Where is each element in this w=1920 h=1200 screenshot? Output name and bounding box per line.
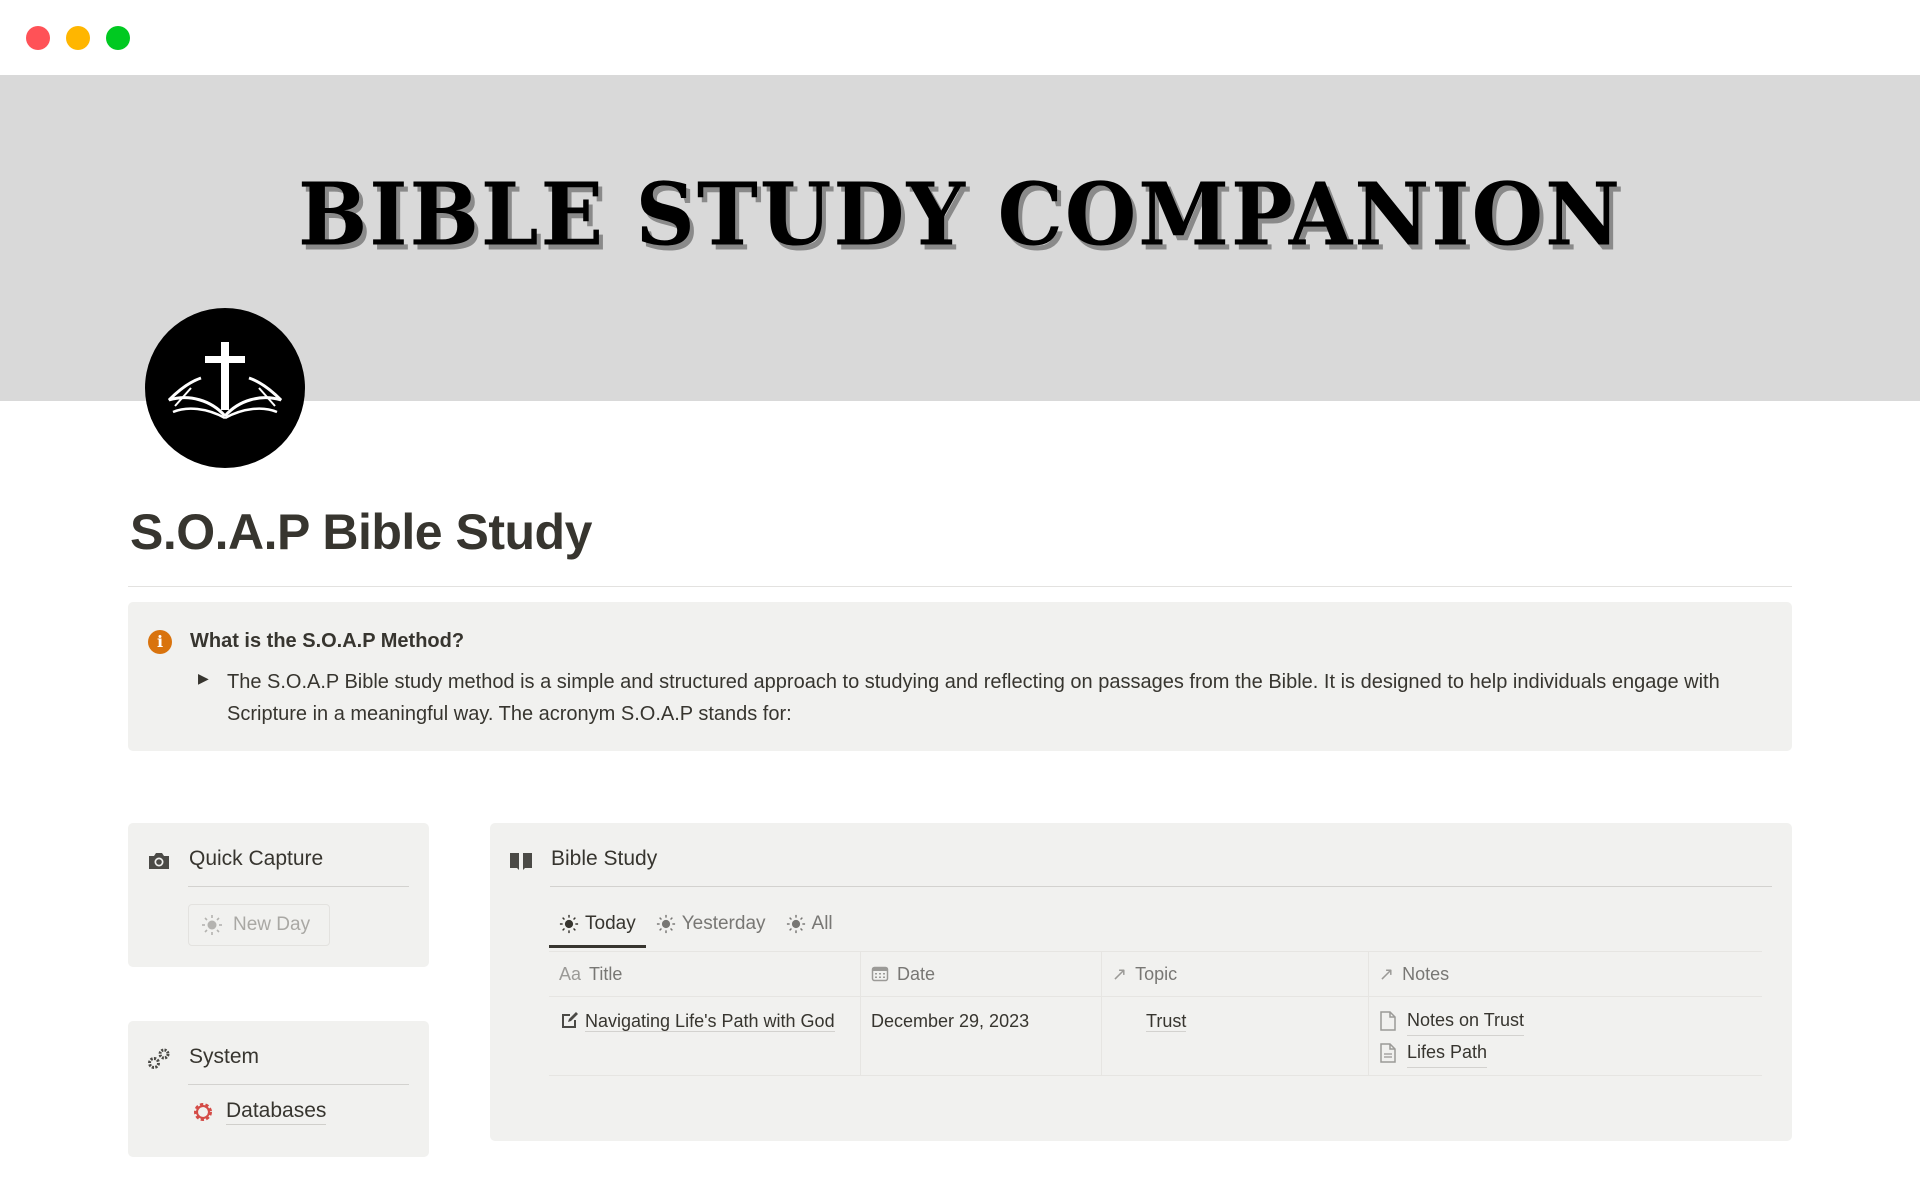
page-title: S.O.A.P Bible Study bbox=[130, 504, 592, 560]
tab-yesterday[interactable]: Yesterday bbox=[646, 907, 776, 945]
new-day-label: New Day bbox=[233, 914, 311, 935]
cover-title: BIBLE STUDY COMPANION bbox=[297, 164, 1623, 266]
sun-icon bbox=[202, 915, 222, 935]
relation-arrow-icon: ↗ bbox=[1112, 963, 1128, 984]
text-property-icon: Aa bbox=[559, 963, 582, 984]
relation-arrow-icon: ↗ bbox=[1379, 963, 1395, 984]
divider bbox=[550, 886, 1772, 887]
camera-icon bbox=[146, 848, 172, 874]
callout-block: i What is the S.O.A.P Method? ▶ The S.O.… bbox=[128, 602, 1792, 751]
tab-today[interactable]: Today bbox=[549, 907, 646, 948]
note-item[interactable]: Notes on Trust bbox=[1379, 1003, 1752, 1039]
bible-study-title[interactable]: Bible Study bbox=[551, 847, 657, 871]
divider bbox=[188, 886, 409, 887]
quick-capture-card: Quick Capture New Day bbox=[128, 823, 429, 967]
note-item[interactable]: Lifes Path bbox=[1379, 1035, 1752, 1071]
column-header-topic[interactable]: ↗ Topic bbox=[1102, 952, 1369, 996]
table-header: Aa Title Date ↗ Topic ↗ Notes bbox=[549, 951, 1762, 996]
table-row[interactable]: Navigating Life's Path with God December… bbox=[549, 996, 1762, 1076]
gears-icon bbox=[146, 1046, 172, 1072]
bible-study-database: Bible Study Today Yesterday All Aa Title… bbox=[490, 823, 1792, 1141]
column-header-notes[interactable]: ↗ Notes bbox=[1369, 952, 1762, 996]
info-icon: i bbox=[148, 630, 172, 654]
tab-label: Today bbox=[585, 913, 636, 934]
system-title: System bbox=[189, 1045, 260, 1068]
system-card: System Databases bbox=[128, 1021, 429, 1157]
callout-toggle-text[interactable]: The S.O.A.P Bible study method is a simp… bbox=[227, 666, 1767, 730]
book-icon bbox=[508, 848, 534, 874]
column-header-date[interactable]: Date bbox=[861, 952, 1102, 996]
tab-label: All bbox=[811, 913, 833, 934]
title-cell[interactable]: Navigating Life's Path with God bbox=[549, 997, 861, 1075]
view-tabs: Today Yesterday All bbox=[549, 907, 843, 948]
divider bbox=[188, 1084, 409, 1085]
calendar-icon bbox=[871, 966, 889, 982]
page-icon bbox=[1380, 1011, 1396, 1031]
note-link[interactable]: Notes on Trust bbox=[1407, 1006, 1525, 1036]
date-cell[interactable]: December 29, 2023 bbox=[861, 997, 1102, 1075]
maximize-window-button[interactable] bbox=[106, 26, 130, 50]
window-titlebar bbox=[0, 0, 1920, 75]
column-label: Date bbox=[897, 963, 936, 984]
tab-all[interactable]: All bbox=[776, 907, 843, 945]
column-label: Notes bbox=[1402, 963, 1450, 984]
entry-title-link[interactable]: Navigating Life's Path with God bbox=[585, 1011, 835, 1032]
close-window-button[interactable] bbox=[26, 26, 50, 50]
cross-open-bible-icon[interactable] bbox=[145, 308, 305, 468]
note-link[interactable]: Lifes Path bbox=[1407, 1038, 1488, 1068]
quick-capture-title: Quick Capture bbox=[189, 847, 324, 870]
databases-link[interactable]: Databases bbox=[190, 1099, 327, 1125]
column-label: Title bbox=[589, 963, 623, 984]
column-header-title[interactable]: Aa Title bbox=[549, 952, 861, 996]
document-icon bbox=[1380, 1043, 1396, 1063]
topic-link[interactable]: Trust bbox=[1146, 1011, 1187, 1032]
sun-icon bbox=[786, 914, 805, 934]
sun-icon bbox=[656, 914, 675, 934]
toggle-arrow-icon[interactable]: ▶ bbox=[198, 670, 209, 687]
new-day-button[interactable]: New Day bbox=[188, 904, 330, 946]
divider bbox=[128, 586, 1792, 587]
databases-label: Databases bbox=[226, 1099, 327, 1125]
edit-page-icon bbox=[562, 1012, 578, 1028]
callout-heading: What is the S.O.A.P Method? bbox=[190, 630, 465, 652]
topic-cell[interactable]: Trust bbox=[1102, 997, 1369, 1075]
minimize-window-button[interactable] bbox=[66, 26, 90, 50]
notes-cell[interactable]: Notes on Trust Lifes Path bbox=[1369, 997, 1762, 1075]
sun-icon bbox=[559, 914, 579, 934]
gear-icon bbox=[194, 1103, 212, 1121]
bible-study-table: Aa Title Date ↗ Topic ↗ Notes Navigating… bbox=[549, 951, 1762, 1076]
tab-label: Yesterday bbox=[681, 913, 766, 934]
column-label: Topic bbox=[1135, 963, 1178, 984]
